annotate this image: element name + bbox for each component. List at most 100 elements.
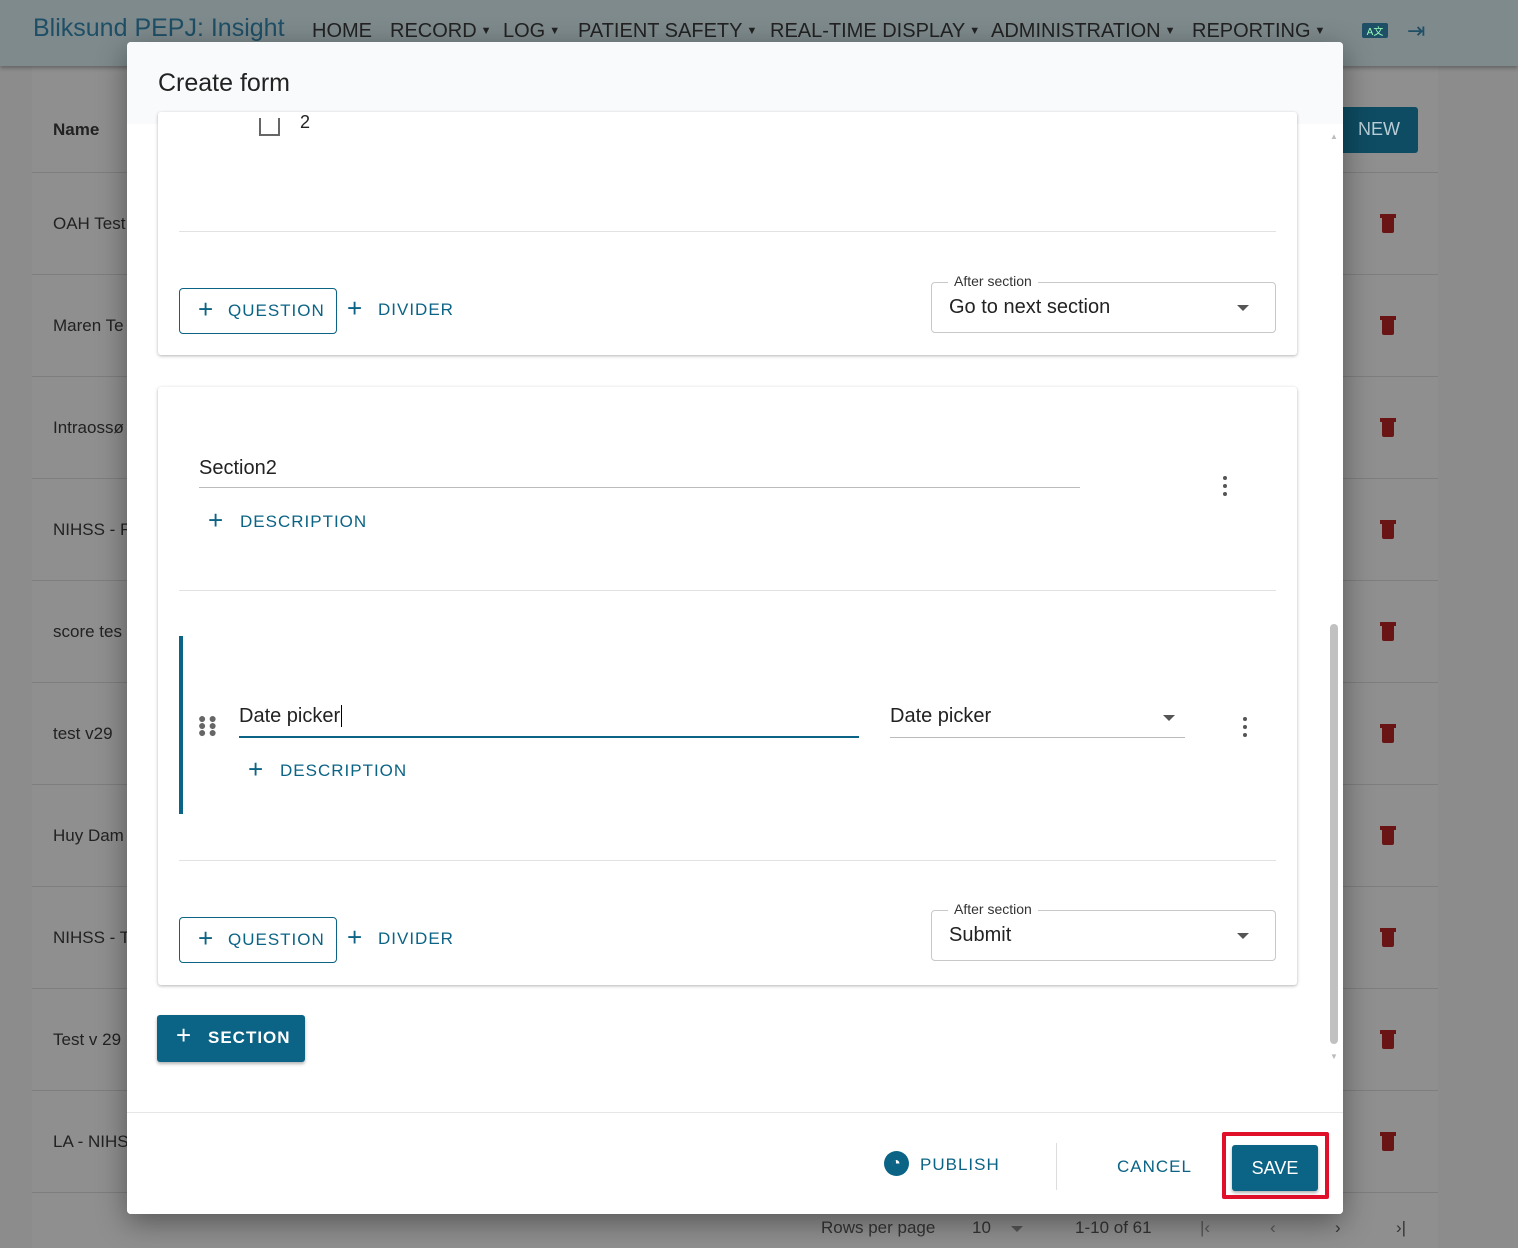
trash-icon[interactable] xyxy=(1380,723,1396,743)
name-column-header[interactable]: Name xyxy=(53,120,99,140)
caret-down-icon: ▼ xyxy=(1314,25,1326,37)
caret-down-icon: ▼ xyxy=(549,25,561,37)
button-label: DIVIDER xyxy=(378,300,454,319)
nav-record[interactable]: RECORD ▼ xyxy=(390,20,492,43)
section-title-input[interactable]: Section2 xyxy=(199,457,1080,488)
question-title-text: Date picker xyxy=(239,705,341,727)
select-value: Go to next section xyxy=(949,296,1111,318)
caret-down-icon: ▼ xyxy=(746,25,758,37)
row-name: LA - NIHS xyxy=(53,1132,129,1151)
nav-label: LOG xyxy=(503,20,546,42)
caret-down-icon: ▼ xyxy=(480,25,492,37)
nav-label: HOME xyxy=(312,20,372,42)
select-label: After section xyxy=(948,901,1038,917)
button-label: DESCRIPTION xyxy=(240,512,368,531)
row-name: score tes xyxy=(53,622,122,641)
drag-handle-icon[interactable]: ●● ●● ●● xyxy=(198,711,219,739)
trash-icon[interactable] xyxy=(1380,1131,1396,1151)
trash-icon[interactable] xyxy=(1380,519,1396,539)
last-page-icon[interactable]: ›| xyxy=(1396,1218,1406,1238)
row-name: Maren Te xyxy=(53,316,124,335)
caret-down-icon: ▼ xyxy=(1164,25,1176,37)
nav-real-time-display[interactable]: REAL-TIME DISPLAY ▼ xyxy=(770,20,980,43)
trash-icon[interactable] xyxy=(1380,213,1396,233)
add-section-button[interactable]: + SECTION xyxy=(157,1015,305,1062)
nav-administration[interactable]: ADMINISTRATION ▼ xyxy=(991,20,1176,43)
cancel-button[interactable]: CANCEL xyxy=(1117,1157,1192,1177)
scroll-up-arrow[interactable]: ▲ xyxy=(1330,132,1338,141)
trash-icon[interactable] xyxy=(1380,417,1396,437)
trash-icon[interactable] xyxy=(1380,1029,1396,1049)
create-form-dialog: Create form 2 + QUESTION + DIVIDER After s… xyxy=(127,42,1343,1214)
app-title[interactable]: Bliksund PEPJ: Insight xyxy=(33,14,285,43)
divider xyxy=(179,231,1276,232)
row-name: Intraossø xyxy=(53,418,124,437)
add-question-button[interactable]: + QUESTION xyxy=(179,288,337,334)
after-section-select[interactable]: After section Submit xyxy=(931,901,1276,961)
row-name: Huy Dam xyxy=(53,826,124,845)
select-value: Submit xyxy=(949,924,1012,946)
chevron-down-icon[interactable] xyxy=(1011,1226,1023,1232)
button-label: PUBLISH xyxy=(920,1155,1000,1174)
add-description-button[interactable]: + DESCRIPTION xyxy=(208,505,368,535)
dropdown-icon xyxy=(1163,715,1175,721)
divider xyxy=(179,860,1276,861)
after-section-select[interactable]: After section Go to next section xyxy=(931,273,1276,333)
first-page-icon[interactable]: |‹ xyxy=(1200,1218,1210,1238)
plus-icon: + xyxy=(248,754,265,784)
section-menu-icon[interactable] xyxy=(1223,476,1227,500)
plus-icon: + xyxy=(176,1020,193,1050)
publish-button[interactable]: ◔ PUBLISH xyxy=(884,1151,1000,1176)
trash-icon[interactable] xyxy=(1380,825,1396,845)
section-2-card: Section2 + DESCRIPTION ●● ●● ●● Date picker… xyxy=(158,387,1297,985)
button-label: DESCRIPTION xyxy=(280,761,408,780)
save-button[interactable]: SAVE xyxy=(1232,1145,1318,1191)
translate-icon[interactable]: A文 xyxy=(1362,23,1388,38)
dropdown-icon xyxy=(1237,305,1249,311)
scrollbar-thumb[interactable] xyxy=(1330,624,1338,1044)
nav-patient-safety[interactable]: PATIENT SAFETY ▼ xyxy=(578,20,757,43)
checkbox[interactable] xyxy=(259,118,280,136)
add-question-description-button[interactable]: + DESCRIPTION xyxy=(248,754,408,784)
row-name: NIHSS - T xyxy=(53,928,131,947)
nav-label: REPORTING xyxy=(1192,20,1311,42)
scroll-down-arrow[interactable]: ▼ xyxy=(1330,1052,1338,1061)
nav-log[interactable]: LOG ▼ xyxy=(503,20,560,43)
button-label: QUESTION xyxy=(228,301,325,320)
rows-per-page-select[interactable]: 10 xyxy=(972,1218,991,1238)
question-title-input[interactable]: Date picker xyxy=(239,705,859,738)
select-value: Date picker xyxy=(890,705,992,727)
dialog-title: Create form xyxy=(158,69,290,97)
question-type-select[interactable]: Date picker xyxy=(890,705,1185,738)
row-name: Test v 29 xyxy=(53,1030,122,1049)
question-menu-icon[interactable] xyxy=(1243,717,1247,741)
option-label: 2 xyxy=(300,112,311,132)
select-label: After section xyxy=(948,273,1038,289)
nav-reporting[interactable]: REPORTING ▼ xyxy=(1192,20,1325,43)
text-cursor xyxy=(341,705,343,727)
divider xyxy=(1056,1143,1057,1190)
plus-icon: + xyxy=(347,922,364,952)
add-divider-button[interactable]: + DIVIDER xyxy=(347,922,454,952)
rows-per-page-label: Rows per page xyxy=(821,1218,936,1237)
next-page-icon[interactable]: › xyxy=(1335,1218,1341,1238)
nav-home[interactable]: HOME xyxy=(312,20,372,43)
add-divider-button[interactable]: + DIVIDER xyxy=(347,293,454,323)
trash-icon[interactable] xyxy=(1380,621,1396,641)
button-label: DIVIDER xyxy=(378,929,454,948)
row-name: OAH Test xyxy=(53,214,126,233)
plus-icon: + xyxy=(198,923,215,953)
trash-icon[interactable] xyxy=(1380,315,1396,335)
add-question-button[interactable]: + QUESTION xyxy=(179,917,337,963)
prev-page-icon[interactable]: ‹ xyxy=(1270,1218,1276,1238)
row-name: test v29 xyxy=(53,724,113,743)
caret-down-icon: ▼ xyxy=(969,25,981,37)
button-label: QUESTION xyxy=(228,930,325,949)
divider xyxy=(179,590,1276,591)
dropdown-icon xyxy=(1237,933,1249,939)
section-1-card: 2 + QUESTION + DIVIDER After section Go to … xyxy=(158,112,1297,355)
logout-icon[interactable]: ⇥ xyxy=(1407,18,1425,44)
new-button[interactable]: NEW xyxy=(1338,107,1418,153)
plus-icon: + xyxy=(198,294,215,324)
trash-icon[interactable] xyxy=(1380,927,1396,947)
